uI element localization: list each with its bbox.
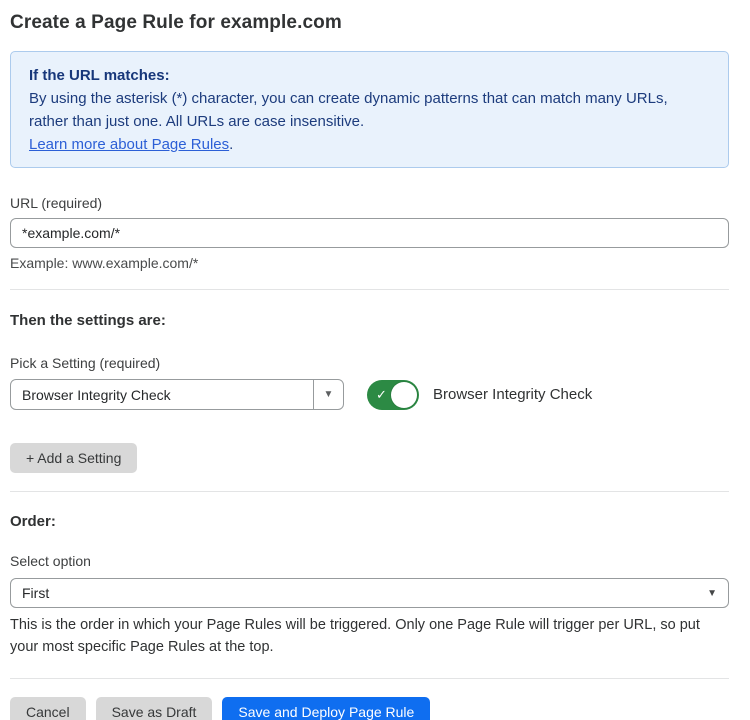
chevron-down-icon: ▼ [324,389,334,400]
check-icon: ✓ [376,387,387,403]
chevron-down-icon: ▼ [707,588,717,599]
footer-actions: Cancel Save as Draft Save and Deploy Pag… [10,697,729,720]
learn-more-link[interactable]: Learn more about Page Rules [29,136,229,153]
order-section-heading: Order: [10,513,729,530]
create-page-rule-panel: Create a Page Rule for example.com If th… [0,0,750,720]
save-as-draft-button[interactable]: Save as Draft [96,697,213,720]
add-setting-button[interactable]: + Add a Setting [10,443,137,473]
order-select-label: Select option [10,553,729,569]
order-select-value: First [22,585,707,601]
save-and-deploy-button[interactable]: Save and Deploy Page Rule [222,697,430,720]
divider [10,289,729,290]
info-box-link-line: Learn more about Page Rules. [29,133,710,156]
divider [10,678,729,679]
info-box-body: By using the asterisk (*) character, you… [29,87,710,133]
toggle-label: Browser Integrity Check [433,386,592,403]
divider [10,491,729,492]
setting-select-arrow-button[interactable]: ▼ [313,380,343,409]
order-help-text: This is the order in which your Page Rul… [10,614,729,658]
toggle-wrap: ✓ Browser Integrity Check [367,380,592,410]
setting-select-value: Browser Integrity Check [11,380,313,409]
link-suffix: . [229,136,233,153]
url-input[interactable] [10,218,729,248]
url-match-info-box: If the URL matches: By using the asteris… [10,51,729,168]
setting-select[interactable]: Browser Integrity Check ▼ [10,379,344,410]
order-select[interactable]: First ▼ [10,578,729,608]
cancel-button[interactable]: Cancel [10,697,86,720]
url-field-hint: Example: www.example.com/* [10,255,729,271]
page-title: Create a Page Rule for example.com [10,12,729,34]
setting-row: Browser Integrity Check ▼ ✓ Browser Inte… [10,379,729,410]
toggle-knob [391,382,417,408]
url-field-label: URL (required) [10,195,729,211]
info-box-heading: If the URL matches: [29,64,710,87]
settings-section-heading: Then the settings are: [10,312,729,329]
pick-setting-label: Pick a Setting (required) [10,355,729,371]
browser-integrity-check-toggle[interactable]: ✓ [367,380,419,410]
